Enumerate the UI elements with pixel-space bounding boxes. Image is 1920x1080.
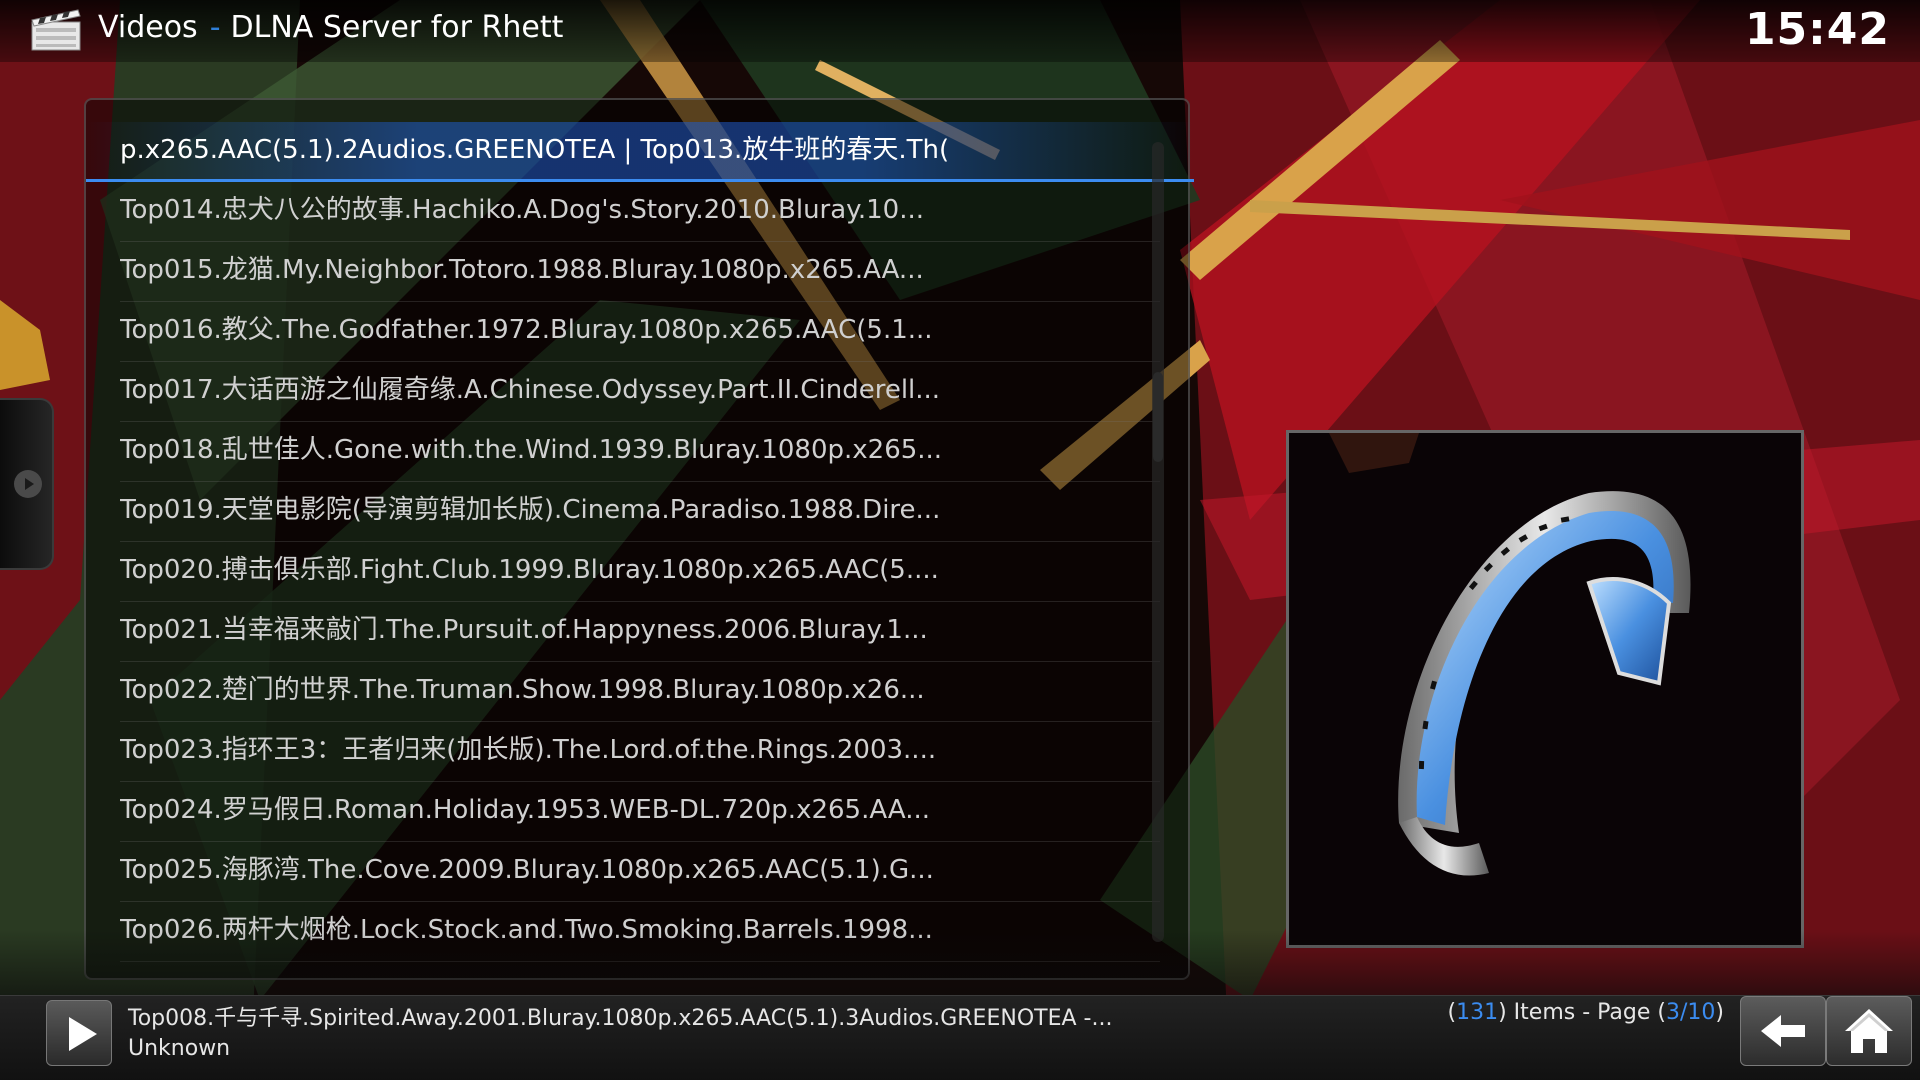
list-item[interactable]: Top018.乱世佳人.Gone.with.the.Wind.1939.Blur… [120,422,1160,482]
list-item[interactable]: Top019.天堂电影院(导演剪辑加长版).Cinema.Paradiso.19… [120,482,1160,542]
play-icon [69,1017,97,1051]
list-item[interactable]: Top021.当幸福来敲门.The.Pursuit.of.Happyness.2… [120,602,1160,662]
list-item[interactable]: )p.x265.AAC(5.1).2Audios.GREENOTEA | Top… [86,122,1194,182]
list-item[interactable]: Top022.楚门的世界.The.Truman.Show.1998.Bluray… [120,662,1160,722]
clapperboard-icon [31,9,81,51]
list-item[interactable]: Top023.指环王3：王者归来(加长版).The.Lord.of.the.Ri… [120,722,1160,782]
list-item-label: Top025.海豚湾.The.Cove.2009.Bluray.1080p.x2… [120,855,934,885]
home-icon [1845,1009,1893,1053]
back-button[interactable] [1740,996,1826,1066]
breadcrumb: Videos - DLNA Server for Rhett [98,10,563,45]
header-bar: Videos - DLNA Server for Rhett 15:42 [0,0,1920,62]
selected-item-subtitle: Unknown [128,1036,231,1061]
file-list: )p.x265.AAC(5.1).2Audios.GREENOTEA | Top… [86,122,1194,962]
list-item-label: Top023.指环王3：王者归来(加长版).The.Lord.of.the.Ri… [120,735,937,765]
list-item-label: Top016.教父.The.Godfather.1972.Bluray.1080… [120,315,933,345]
list-item-label: )p.x265.AAC(5.1).2Audios.GREENOTEA | Top… [120,135,950,165]
items-page-info: (131) Items - Page (3/10) [1448,1000,1725,1025]
list-item-label: Top014.忠犬八公的故事.Hachiko.A.Dog's.Story.201… [120,195,924,225]
film-reel-icon [1329,433,1691,876]
breadcrumb-section: Videos [98,10,198,45]
thumbnail-frame [1286,430,1804,948]
list-item[interactable]: Top017.大话西游之仙履奇缘.A.Chinese.Odyssey.Part.… [120,362,1160,422]
list-item-label: Top015.龙猫.My.Neighbor.Totoro.1988.Bluray… [120,255,924,285]
list-item-label: Top019.天堂电影院(导演剪辑加长版).Cinema.Paradiso.19… [120,495,941,525]
kodi-screen: Videos - DLNA Server for Rhett 15:42 )p.x2… [0,0,1920,1080]
breadcrumb-source: DLNA Server for Rhett [230,10,564,45]
chevron-right-icon [14,470,42,498]
home-button[interactable] [1826,996,1912,1066]
page-total: 10 [1687,1000,1716,1025]
side-menu-tab[interactable] [0,398,54,570]
file-list-panel: )p.x265.AAC(5.1).2Audios.GREENOTEA | Top… [84,98,1194,980]
list-item[interactable]: Top020.搏击俱乐部.Fight.Club.1999.Bluray.1080… [120,542,1160,602]
items-prefix: ( [1447,1000,1457,1025]
play-button[interactable] [46,1000,112,1066]
breadcrumb-separator: - [209,10,221,45]
list-item-label: Top018.乱世佳人.Gone.with.the.Wind.1939.Blur… [120,435,943,465]
list-item-label: Top024.罗马假日.Roman.Holiday.1953.WEB-DL.72… [120,795,930,825]
items-mid: ) Items - Page ( [1498,1000,1666,1025]
list-item[interactable]: Top015.龙猫.My.Neighbor.Totoro.1988.Bluray… [120,242,1160,302]
clock: 15:42 [1744,4,1890,55]
back-arrow-icon [1761,1015,1805,1047]
list-item-label: Top021.当幸福来敲门.The.Pursuit.of.Happyness.2… [120,615,928,645]
list-item[interactable]: Top016.教父.The.Godfather.1972.Bluray.1080… [120,302,1160,362]
selected-item-title: Top008.千与千寻.Spirited.Away.2001.Bluray.10… [128,1006,1113,1031]
list-item-label: Top020.搏击俱乐部.Fight.Club.1999.Bluray.1080… [120,555,939,585]
item-count: 131 [1456,1000,1499,1025]
list-item[interactable]: Top025.海豚湾.The.Cove.2009.Bluray.1080p.x2… [120,842,1160,902]
page-current: 3 [1665,1000,1680,1025]
list-item[interactable]: Top014.忠犬八公的故事.Hachiko.A.Dog's.Story.201… [120,182,1160,242]
list-item[interactable]: Top024.罗马假日.Roman.Holiday.1953.WEB-DL.72… [120,782,1160,842]
items-suffix: ) [1715,1000,1724,1025]
scrollbar-thumb[interactable] [1153,372,1163,462]
list-item-label: Top022.楚门的世界.The.Truman.Show.1998.Bluray… [120,675,925,705]
list-scrollbar[interactable] [1152,142,1164,942]
list-item-label: Top017.大话西游之仙履奇缘.A.Chinese.Odyssey.Part.… [120,375,941,405]
